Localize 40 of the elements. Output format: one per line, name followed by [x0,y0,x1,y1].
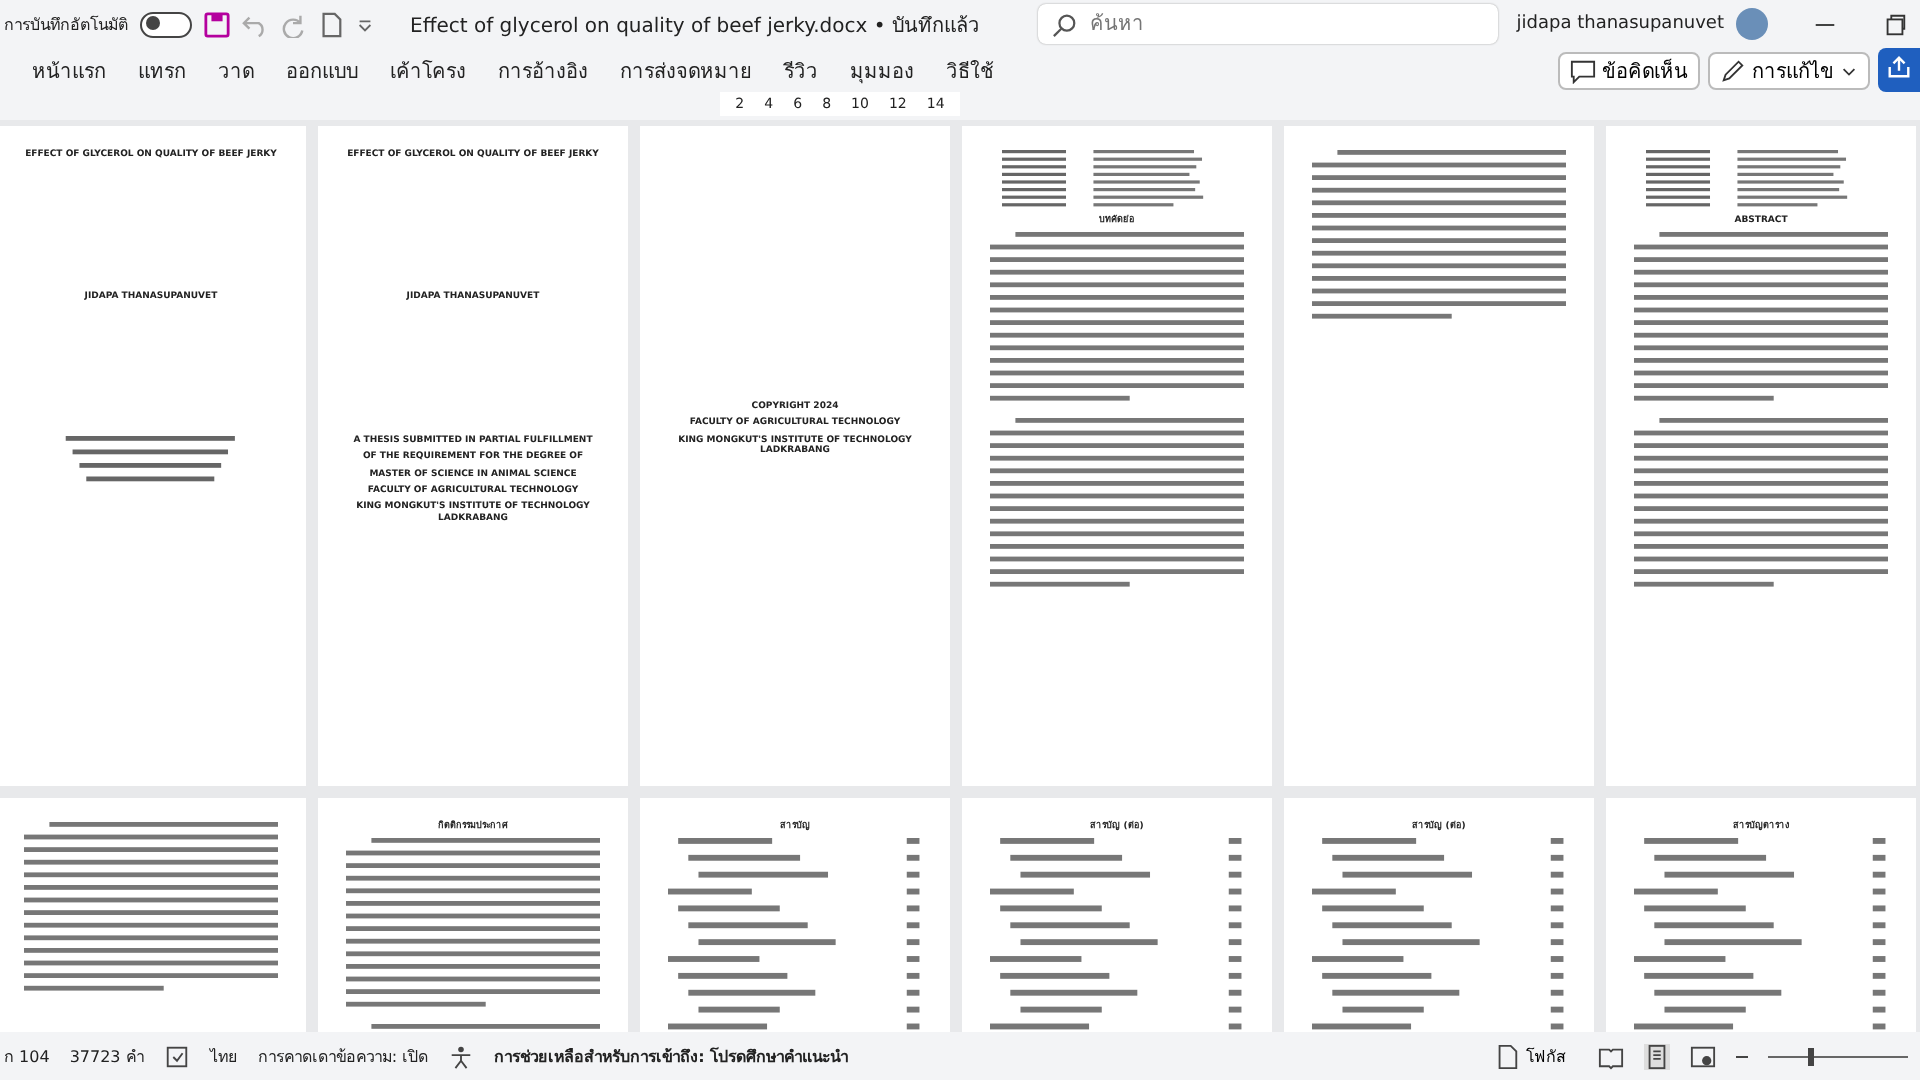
autosave-label: การบันทึกอัตโนมัติ [4,13,128,37]
word-count[interactable]: 37723 คำ [69,1043,144,1069]
share-icon [1886,54,1912,80]
share-button[interactable] [1878,48,1920,92]
focus-button[interactable]: โฟกัส [1482,1041,1578,1071]
comment-icon [1570,57,1596,83]
dropdown-icon[interactable] [356,15,374,33]
language[interactable]: ไทย [209,1043,238,1069]
accessibility-status[interactable]: การช่วยเหลือสำหรับการเข้าถึง: โปรดศึกษาคำแนะนำ [494,1043,849,1069]
search-field[interactable]: ค้นหา [1037,4,1498,44]
restore-icon[interactable] [1882,11,1908,37]
ribbon-tab[interactable]: ออกแบบ [274,51,370,89]
print-layout-icon[interactable] [1644,1043,1670,1069]
ribbon-tab[interactable]: วาด [206,51,266,89]
ribbon-tab[interactable]: การอ้างอิง [486,51,600,89]
ribbon-tab[interactable]: หน้าแรก [20,51,118,89]
search-icon [1051,11,1078,37]
text-predictions[interactable]: การคาดเดาข้อความ: เปิด [257,1043,429,1069]
ribbon-tab[interactable]: เค้าโครง [378,51,478,89]
accessibility-icon [448,1043,475,1069]
avatar[interactable] [1736,8,1768,40]
document-icon[interactable] [318,11,344,37]
comments-button[interactable]: ข้อคิดเห็น [1558,51,1700,89]
ribbon-tab[interactable]: วิธีใช้ [934,51,1006,89]
read-mode-icon[interactable] [1598,1043,1624,1069]
ribbon-tab[interactable]: รีวิว [772,51,830,89]
page-count[interactable]: ก 104 [4,1043,50,1069]
focus-icon [1494,1043,1520,1069]
proofing-icon[interactable] [163,1043,190,1069]
editing-button[interactable]: การแก้ไข [1708,51,1870,89]
ribbon-tab[interactable]: การส่งจดหมาย [608,51,764,89]
autosave-toggle[interactable] [140,11,192,37]
ribbon-tab[interactable]: มุมมอง [838,51,926,89]
pencil-icon [1720,57,1746,83]
document-title[interactable]: Effect of glycerol on quality of beef jerky.docx • บันทึกแล้ว [410,9,980,39]
document-page[interactable] [1284,126,1594,786]
web-layout-icon[interactable] [1690,1043,1716,1069]
user-name: jidapa thanasupanuvet [1516,14,1724,34]
ribbon-tab[interactable]: แทรก [126,51,198,89]
save-icon[interactable] [204,11,230,37]
